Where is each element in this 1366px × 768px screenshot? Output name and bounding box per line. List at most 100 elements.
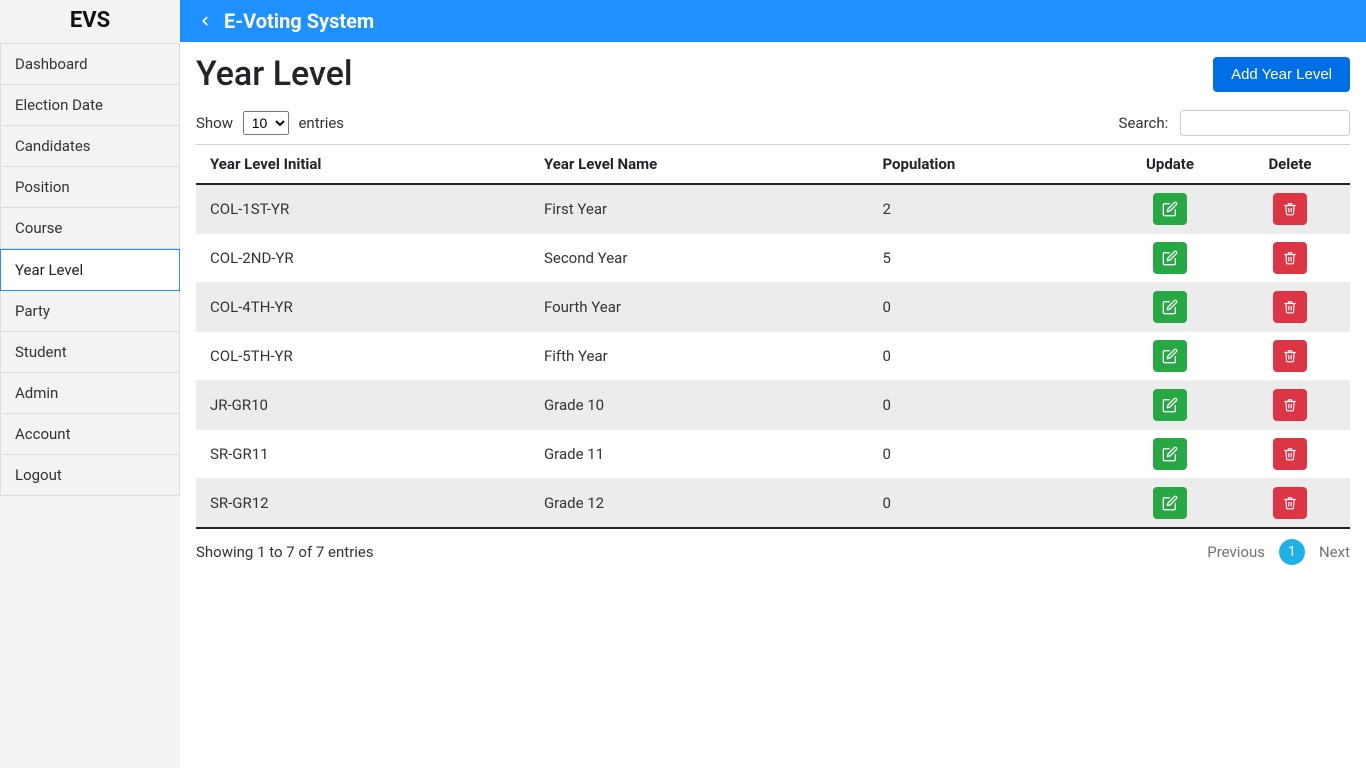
cell-initial: JR-GR10 (196, 381, 530, 430)
sidebar-item-account[interactable]: Account (0, 414, 180, 455)
sidebar-item-year-level[interactable]: Year Level (0, 249, 180, 291)
trash-icon (1283, 349, 1297, 363)
cell-delete (1230, 283, 1350, 332)
cell-population: 0 (868, 332, 1110, 381)
table-row: COL-2ND-YRSecond Year5 (196, 234, 1350, 283)
search-label: Search: (1119, 114, 1169, 132)
cell-update (1110, 381, 1230, 430)
cell-population: 2 (868, 184, 1110, 234)
content: Year Level Add Year Level Show 10 entrie… (180, 42, 1366, 581)
col-initial[interactable]: Year Level Initial (196, 145, 530, 185)
sidebar-item-admin[interactable]: Admin (0, 373, 180, 414)
cell-update (1110, 184, 1230, 234)
year-level-table: Year Level Initial Year Level Name Popul… (196, 144, 1350, 529)
edit-icon (1162, 348, 1178, 364)
table-header-row: Year Level Initial Year Level Name Popul… (196, 145, 1350, 185)
col-population[interactable]: Population (868, 145, 1110, 185)
cell-update (1110, 430, 1230, 479)
sidebar-item-position[interactable]: Position (0, 167, 180, 208)
cell-name: Grade 12 (530, 479, 869, 529)
cell-population: 0 (868, 430, 1110, 479)
sidebar-item-logout[interactable]: Logout (0, 455, 180, 496)
cell-name: Second Year (530, 234, 869, 283)
cell-delete (1230, 332, 1350, 381)
delete-button[interactable] (1273, 340, 1307, 372)
edit-icon (1162, 201, 1178, 217)
pagination-page-1[interactable]: 1 (1279, 539, 1305, 565)
sidebar-nav: DashboardElection DateCandidatesPosition… (0, 43, 180, 496)
update-button[interactable] (1153, 389, 1187, 421)
edit-icon (1162, 397, 1178, 413)
table-row: JR-GR10Grade 100 (196, 381, 1350, 430)
cell-name: Fifth Year (530, 332, 869, 381)
add-year-level-button[interactable]: Add Year Level (1213, 57, 1350, 92)
table-row: COL-5TH-YRFifth Year0 (196, 332, 1350, 381)
sidebar-brand: EVS (0, 0, 180, 43)
cell-population: 0 (868, 283, 1110, 332)
cell-delete (1230, 184, 1350, 234)
cell-name: Grade 10 (530, 381, 869, 430)
sidebar-item-student[interactable]: Student (0, 332, 180, 373)
pagination-prev[interactable]: Previous (1207, 543, 1265, 561)
table-info: Showing 1 to 7 of 7 entries (196, 543, 374, 561)
trash-icon (1283, 300, 1297, 314)
cell-name: Grade 11 (530, 430, 869, 479)
sidebar-item-course[interactable]: Course (0, 208, 180, 249)
search-input[interactable] (1180, 110, 1350, 136)
cell-initial: COL-4TH-YR (196, 283, 530, 332)
pagination-next[interactable]: Next (1319, 543, 1350, 561)
update-button[interactable] (1153, 291, 1187, 323)
cell-initial: COL-5TH-YR (196, 332, 530, 381)
update-button[interactable] (1153, 193, 1187, 225)
edit-icon (1162, 299, 1178, 315)
update-button[interactable] (1153, 438, 1187, 470)
update-button[interactable] (1153, 487, 1187, 519)
col-name[interactable]: Year Level Name (530, 145, 869, 185)
cell-delete (1230, 381, 1350, 430)
sidebar-item-dashboard[interactable]: Dashboard (0, 44, 180, 85)
col-delete[interactable]: Delete (1230, 145, 1350, 185)
cell-population: 5 (868, 234, 1110, 283)
cell-initial: SR-GR11 (196, 430, 530, 479)
top-header: E-Voting System (180, 0, 1366, 42)
search-control: Search: (1119, 110, 1350, 136)
page-size-select[interactable]: 10 (243, 111, 289, 135)
edit-icon (1162, 250, 1178, 266)
cell-update (1110, 479, 1230, 529)
trash-icon (1283, 496, 1297, 510)
cell-population: 0 (868, 381, 1110, 430)
show-prefix: Show (196, 114, 233, 132)
update-button[interactable] (1153, 242, 1187, 274)
trash-icon (1283, 398, 1297, 412)
cell-delete (1230, 479, 1350, 529)
sidebar-item-party[interactable]: Party (0, 291, 180, 332)
sidebar: EVS DashboardElection DateCandidatesPosi… (0, 0, 180, 768)
sidebar-item-election-date[interactable]: Election Date (0, 85, 180, 126)
delete-button[interactable] (1273, 389, 1307, 421)
page-title: Year Level (196, 54, 353, 94)
delete-button[interactable] (1273, 291, 1307, 323)
main: E-Voting System Year Level Add Year Leve… (180, 0, 1366, 768)
delete-button[interactable] (1273, 242, 1307, 274)
table-footer: Showing 1 to 7 of 7 entries Previous 1 N… (196, 539, 1350, 565)
edit-icon (1162, 495, 1178, 511)
sidebar-item-candidates[interactable]: Candidates (0, 126, 180, 167)
cell-population: 0 (868, 479, 1110, 529)
delete-button[interactable] (1273, 438, 1307, 470)
cell-name: First Year (530, 184, 869, 234)
table-controls: Show 10 entries Search: (196, 110, 1350, 136)
cell-initial: SR-GR12 (196, 479, 530, 529)
cell-update (1110, 234, 1230, 283)
table-row: COL-1ST-YRFirst Year2 (196, 184, 1350, 234)
edit-icon (1162, 446, 1178, 462)
delete-button[interactable] (1273, 487, 1307, 519)
cell-initial: COL-2ND-YR (196, 234, 530, 283)
cell-delete (1230, 234, 1350, 283)
trash-icon (1283, 202, 1297, 216)
col-update[interactable]: Update (1110, 145, 1230, 185)
delete-button[interactable] (1273, 193, 1307, 225)
show-suffix: entries (298, 114, 344, 132)
cell-delete (1230, 430, 1350, 479)
back-icon[interactable] (196, 12, 214, 30)
update-button[interactable] (1153, 340, 1187, 372)
